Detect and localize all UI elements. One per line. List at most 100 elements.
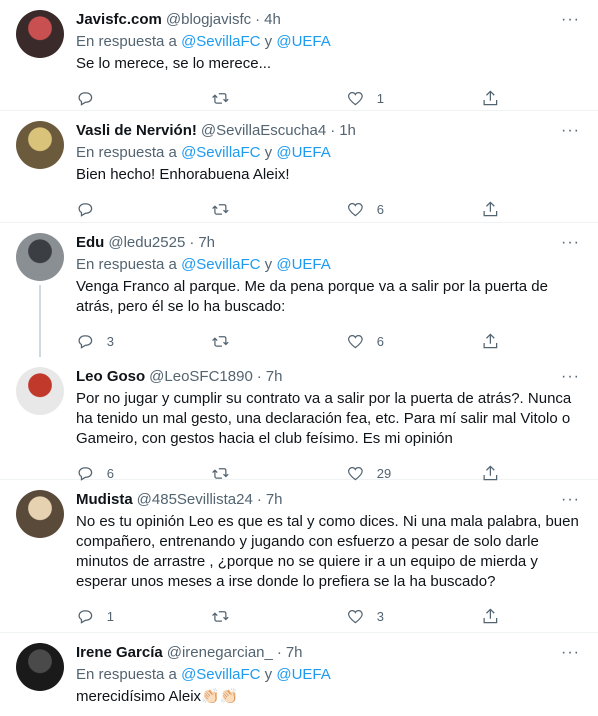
heart-icon [347, 202, 363, 217]
author-handle[interactable]: @blogjavisfc [166, 10, 251, 30]
mention-link[interactable]: @UEFA [276, 666, 330, 683]
like-button[interactable]: 3 [346, 607, 426, 626]
retweet-button[interactable] [211, 200, 291, 219]
reply-button[interactable] [76, 200, 156, 219]
separator-dot: · [255, 11, 261, 28]
heart-icon [347, 334, 363, 349]
reply-count: 6 [106, 465, 114, 481]
retweet-button[interactable] [211, 89, 291, 108]
tweet[interactable]: Irene García @irenegarcian_ · 7h ··· En … [0, 633, 598, 716]
action-bar: 1 [76, 82, 501, 114]
reply-count: 3 [106, 333, 114, 349]
more-options-icon[interactable]: ··· [559, 10, 582, 30]
mention-link[interactable]: @SevillaFC [181, 666, 260, 683]
like-button[interactable]: 1 [346, 89, 426, 108]
avatar[interactable] [16, 643, 64, 691]
mention-link[interactable]: @UEFA [276, 33, 330, 50]
like-count: 3 [376, 608, 384, 624]
separator-dot: · [256, 368, 262, 385]
avatar[interactable] [16, 367, 64, 415]
author-name[interactable]: Mudista [76, 490, 133, 510]
heart-icon [347, 609, 363, 624]
like-count: 29 [376, 465, 392, 481]
author-name[interactable]: Edu [76, 233, 104, 253]
tweet[interactable]: Mudista @485Sevillista24 · 7h ··· No es … [0, 480, 598, 633]
mention-link[interactable]: @SevillaFC [181, 33, 260, 50]
retweet-button[interactable] [211, 332, 291, 351]
retweet-icon [212, 610, 229, 622]
timestamp[interactable]: 7h [266, 490, 283, 510]
separator-dot: · [256, 491, 262, 508]
avatar[interactable] [16, 490, 64, 538]
timestamp[interactable]: 7h [266, 367, 283, 387]
tweet-text: Venga Franco al parque. Me da pena porqu… [76, 278, 553, 315]
tweet[interactable]: Vasli de Nervión! @SevillaEscucha4 · 1h … [0, 111, 598, 223]
reply-button[interactable] [76, 89, 156, 108]
share-button[interactable] [481, 200, 501, 219]
tweet-text: No es tu opinión Leo es que es tal y com… [76, 513, 583, 590]
author-handle[interactable]: @LeoSFC1890 [149, 367, 253, 387]
timestamp[interactable]: 4h [264, 10, 281, 30]
share-button[interactable] [481, 607, 501, 626]
action-bar: 3 6 [76, 325, 501, 357]
author-handle[interactable]: @irenegarcian_ [167, 643, 273, 663]
like-count: 6 [376, 201, 384, 217]
share-icon [483, 201, 498, 216]
like-button[interactable]: 6 [346, 200, 426, 219]
more-options-icon[interactable]: ··· [559, 643, 582, 663]
reply-button[interactable]: 1 [76, 607, 156, 626]
tweet-text: merecidísimo Aleix👏🏻👏🏻 [76, 688, 239, 705]
like-button[interactable]: 6 [346, 332, 426, 351]
like-count: 6 [376, 333, 384, 349]
author-handle[interactable]: @ledu2525 [108, 233, 185, 253]
reply-feed: Javisfc.com @blogjavisfc · 4h ··· En res… [0, 0, 598, 716]
timestamp[interactable]: 7h [286, 643, 303, 663]
avatar[interactable] [16, 233, 64, 281]
author-name[interactable]: Leo Goso [76, 367, 145, 387]
author-handle[interactable]: @485Sevillista24 [137, 490, 253, 510]
tweet[interactable]: Javisfc.com @blogjavisfc · 4h ··· En res… [0, 0, 598, 111]
tweet-text: Se lo merece, se lo merece... [76, 55, 272, 72]
mention-link[interactable]: @UEFA [276, 256, 330, 273]
author-name[interactable]: Irene García [76, 643, 163, 663]
timestamp[interactable]: 7h [198, 233, 215, 253]
more-options-icon[interactable]: ··· [559, 367, 582, 387]
separator-dot: · [189, 234, 195, 251]
retweet-icon [212, 335, 229, 347]
tweet-text: Bien hecho! Enhorabuena Aleix! [76, 166, 290, 183]
mention-link[interactable]: @SevillaFC [181, 256, 260, 273]
reply-icon [78, 334, 93, 349]
more-options-icon[interactable]: ··· [559, 121, 582, 141]
timestamp[interactable]: 1h [339, 121, 356, 141]
reply-context: En respuesta a @SevillaFC y @UEFA [76, 33, 331, 50]
share-button[interactable] [481, 89, 501, 108]
author-name[interactable]: Vasli de Nervión! [76, 121, 197, 141]
thread-connector [39, 285, 41, 357]
avatar[interactable] [16, 121, 64, 169]
share-button[interactable] [481, 332, 501, 351]
author-handle[interactable]: @SevillaEscucha4 [201, 121, 326, 141]
share-icon [483, 333, 498, 348]
mention-link[interactable]: @SevillaFC [181, 144, 260, 161]
reply-count: 1 [106, 608, 114, 624]
reply-icon [78, 202, 93, 217]
action-bar: 1 3 [76, 600, 501, 632]
author-name[interactable]: Javisfc.com [76, 10, 162, 30]
retweet-button[interactable] [211, 607, 291, 626]
reply-button[interactable]: 3 [76, 332, 156, 351]
reply-context: En respuesta a @SevillaFC y @UEFA [76, 256, 331, 273]
tweet[interactable]: Leo Goso @LeoSFC1890 · 7h ··· Por no jug… [0, 357, 598, 481]
avatar[interactable] [16, 10, 64, 58]
like-count: 1 [376, 90, 384, 106]
mention-link[interactable]: @UEFA [276, 144, 330, 161]
separator-dot: · [276, 644, 282, 661]
more-options-icon[interactable]: ··· [559, 233, 582, 253]
heart-icon [347, 91, 363, 106]
retweet-icon [212, 203, 229, 215]
retweet-icon [212, 92, 229, 104]
more-options-icon[interactable]: ··· [559, 490, 582, 510]
reply-icon [78, 91, 93, 106]
tweet[interactable]: Edu @ledu2525 · 7h ··· En respuesta a @S… [0, 223, 598, 357]
reply-icon [78, 609, 93, 624]
tweet-text: Por no jugar y cumplir su contrato va a … [76, 390, 576, 447]
